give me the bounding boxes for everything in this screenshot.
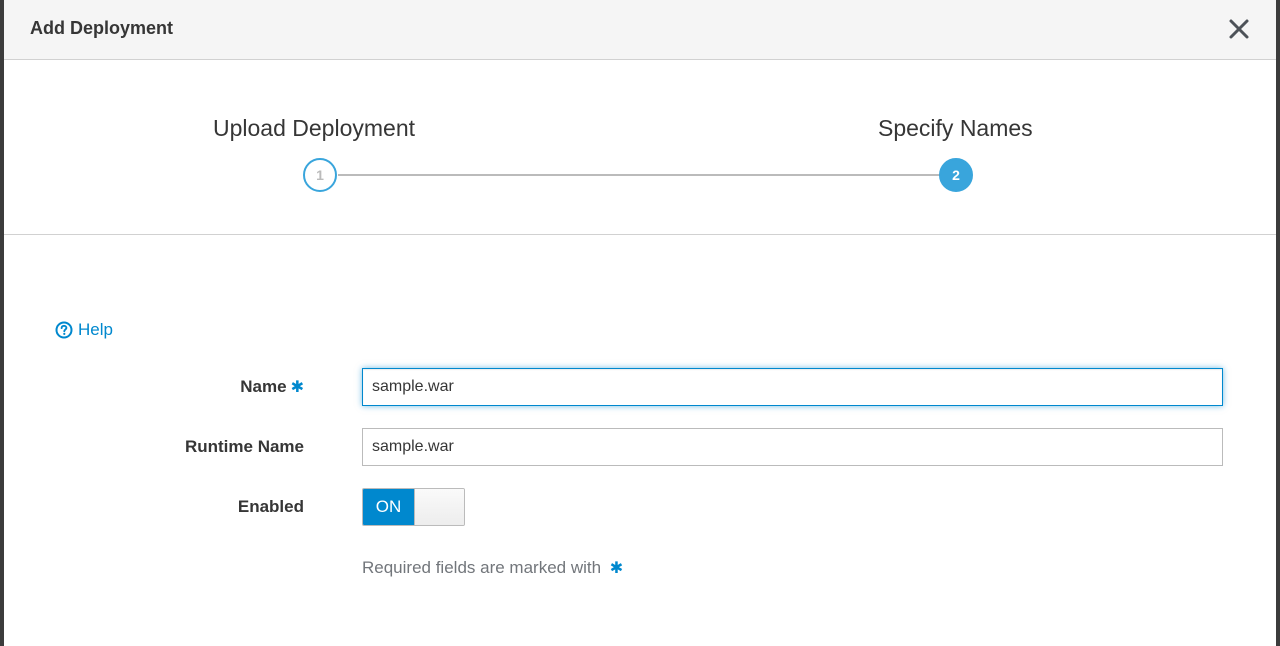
add-deployment-modal: Add Deployment Upload Deployment Specify… (4, 0, 1276, 646)
step-1-indicator[interactable]: 1 (303, 158, 337, 192)
required-asterisk: ✱ (290, 379, 304, 396)
enabled-row: Enabled ON (4, 488, 1276, 526)
runtime-name-label: Runtime Name (184, 437, 304, 456)
modal-header: Add Deployment (4, 0, 1276, 60)
step-connector-line (338, 174, 940, 176)
required-fields-note: Required fields are marked with ✱ (362, 558, 624, 577)
modal-title: Add Deployment (30, 18, 174, 38)
toggle-on-label: ON (363, 489, 414, 525)
close-button[interactable] (1224, 14, 1254, 44)
help-label: Help (78, 320, 113, 339)
help-link[interactable]: Help (55, 320, 113, 340)
close-icon (1229, 19, 1249, 39)
wizard-steps: Upload Deployment Specify Names 1 2 (4, 60, 1276, 235)
enabled-toggle[interactable]: ON (362, 488, 465, 526)
toggle-handle (414, 489, 464, 525)
enabled-label: Enabled (237, 497, 304, 516)
step-upload-deployment-label: Upload Deployment (213, 115, 416, 141)
name-row: Name ✱ (4, 368, 1276, 406)
runtime-name-row: Runtime Name (4, 428, 1276, 466)
step-2-indicator[interactable]: 2 (939, 158, 973, 192)
runtime-name-input[interactable] (362, 428, 1223, 466)
backdrop-right (1276, 0, 1280, 646)
question-circle-icon (55, 321, 73, 339)
name-input[interactable] (362, 368, 1223, 406)
step-specify-names-label: Specify Names (878, 115, 1033, 141)
name-label: Name ✱ (240, 377, 304, 396)
required-asterisk: ✱ (609, 560, 624, 577)
